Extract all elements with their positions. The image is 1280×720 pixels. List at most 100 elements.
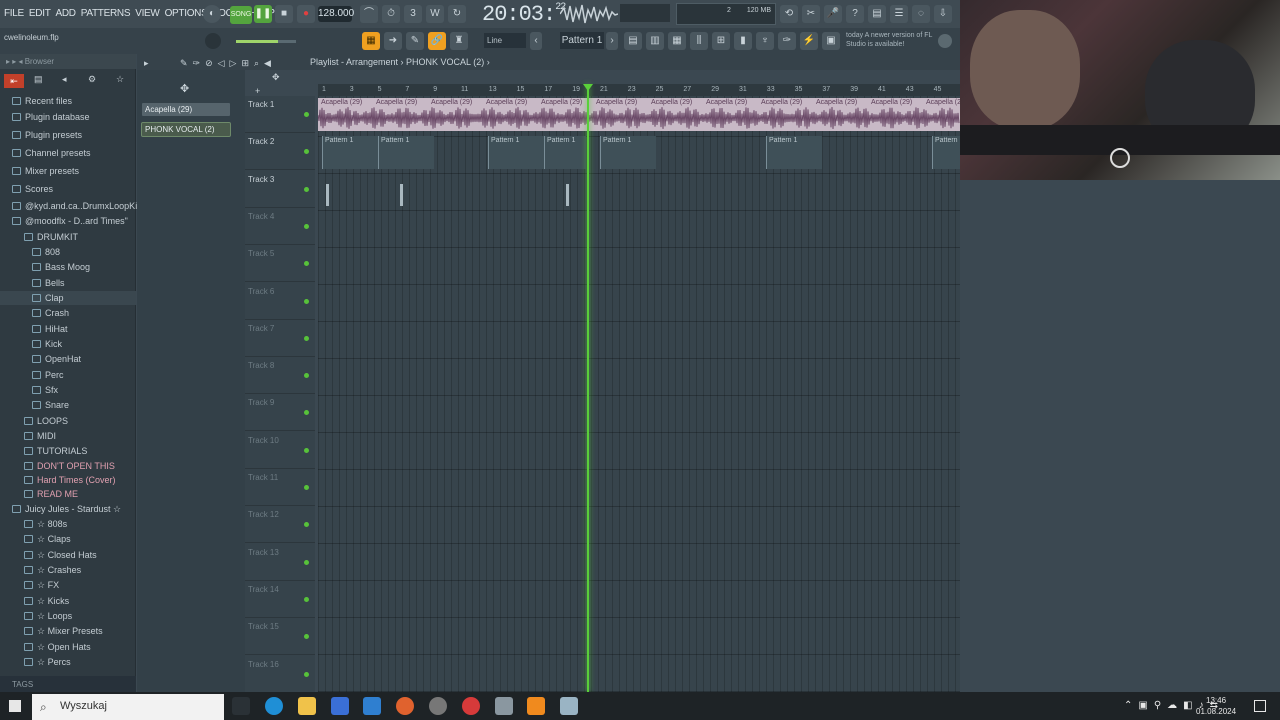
- zoom-icon[interactable]: ✥: [272, 72, 280, 83]
- track-header[interactable]: Track 1: [245, 96, 315, 133]
- obs-icon[interactable]: [429, 697, 447, 715]
- browser-item[interactable]: DON'T OPEN THIS: [0, 459, 136, 473]
- track-header[interactable]: Track 10: [245, 432, 315, 469]
- track-header[interactable]: Track 11: [245, 469, 315, 506]
- audio-clip-acapella[interactable]: Acapella (29) Acapella (29) Acapella (29) A…: [318, 98, 960, 131]
- playhead-marker-icon[interactable]: [583, 84, 593, 91]
- playhead[interactable]: [587, 84, 589, 692]
- track-mute-led[interactable]: [304, 373, 309, 379]
- link-icon[interactable]: 🔗: [428, 32, 446, 50]
- browser-item[interactable]: Mixer presets: [0, 164, 136, 178]
- browser-item[interactable]: Channel presets: [0, 146, 136, 160]
- track-header[interactable]: Track 12: [245, 506, 315, 544]
- app-icon[interactable]: [495, 697, 513, 715]
- pattern-clip[interactable]: Pattern 1: [378, 136, 434, 169]
- cut-icon[interactable]: ✂: [802, 5, 820, 23]
- firefox-icon[interactable]: [396, 697, 414, 715]
- menu-add[interactable]: ADD: [56, 8, 77, 19]
- browser-item[interactable]: Bells: [0, 276, 136, 290]
- pattern-clip[interactable]: Pattern 1: [544, 136, 586, 169]
- automation-clip[interactable]: [400, 184, 403, 206]
- track-mute-led[interactable]: [304, 223, 309, 229]
- track-header[interactable]: Track 15: [245, 618, 315, 656]
- browser-file-icon[interactable]: ▤: [34, 74, 43, 85]
- browser-item[interactable]: Clap: [0, 291, 136, 305]
- mixer-view-icon[interactable]: ▥: [646, 32, 664, 50]
- browser-item[interactable]: ☆ Claps: [0, 532, 136, 546]
- download-icon[interactable]: ⇩: [934, 5, 952, 23]
- tags-bar[interactable]: TAGS: [0, 676, 136, 692]
- automation-clip[interactable]: [326, 184, 329, 206]
- menu-edit[interactable]: EDIT: [29, 8, 51, 19]
- browser-view-icon[interactable]: ⊞: [712, 32, 730, 50]
- track-mute-led[interactable]: [304, 335, 309, 341]
- pattern-prev-icon[interactable]: ‹: [530, 32, 542, 50]
- browser-item[interactable]: ☆ Kicks: [0, 594, 136, 608]
- track-mute-led[interactable]: [304, 298, 309, 304]
- store-icon[interactable]: [331, 697, 349, 715]
- track-header[interactable]: Track 7: [245, 320, 315, 357]
- browser-item[interactable]: ☆ Crashes: [0, 563, 136, 577]
- browser-item[interactable]: Bass Moog: [0, 260, 136, 274]
- browser-item[interactable]: Recent files: [0, 94, 136, 108]
- playlist-button[interactable]: ▦: [362, 32, 380, 50]
- mic-icon[interactable]: 🎤: [824, 5, 842, 23]
- browser-item[interactable]: LOOPS: [0, 414, 136, 428]
- move-icon[interactable]: ✥: [180, 82, 189, 95]
- browser-item[interactable]: ☆ Loops: [0, 609, 136, 623]
- track-mute-led[interactable]: [304, 485, 309, 490]
- notepad-icon[interactable]: [560, 697, 578, 715]
- undo-history-icon[interactable]: ⟲: [780, 5, 798, 23]
- channel-clip-source[interactable]: PHONK VOCAL (2): [141, 122, 231, 137]
- taskbar-search[interactable]: Wyszukaj: [32, 694, 224, 720]
- track-header[interactable]: Track 8: [245, 357, 315, 395]
- browser-back-icon[interactable]: ⇤: [4, 74, 24, 88]
- track-mute-led[interactable]: [304, 596, 309, 602]
- song-position-clock[interactable]: 20:03:22: [482, 2, 566, 27]
- info-icon[interactable]: ▣: [822, 32, 840, 50]
- browser-item[interactable]: @moodflx - D..ard Times": [0, 214, 136, 228]
- pattern-clip[interactable]: Pattern 1: [600, 136, 656, 169]
- pattern-clip[interactable]: Pattern 1: [322, 136, 378, 169]
- mixer-icon[interactable]: ☰: [890, 5, 908, 23]
- track-mute-led[interactable]: [304, 261, 309, 267]
- browser-item[interactable]: Hard Times (Cover): [0, 473, 136, 487]
- song-mode-button[interactable]: SONG: [230, 6, 252, 24]
- loop-record-icon[interactable]: ↻: [448, 5, 466, 23]
- fl-studio-icon[interactable]: [527, 697, 545, 715]
- browser-settings-icon[interactable]: ⚙: [88, 74, 96, 85]
- browser-item[interactable]: Plugin presets: [0, 128, 136, 142]
- browser-item[interactable]: HiHat: [0, 322, 136, 336]
- news-panel[interactable]: today A newer version of FL Studio is av…: [846, 31, 934, 49]
- track-mute-led[interactable]: [304, 112, 309, 117]
- track-header[interactable]: Track 2: [245, 133, 315, 171]
- piano-roll-view-icon[interactable]: ▦: [668, 32, 686, 50]
- track-header[interactable]: Track 9: [245, 394, 315, 432]
- hint-icon[interactable]: ◐: [203, 5, 221, 23]
- piano-roll-icon[interactable]: ✎: [406, 32, 424, 50]
- tempo-display[interactable]: 128.000: [318, 6, 354, 22]
- snap-selector[interactable]: Line: [484, 33, 526, 48]
- stamp-icon[interactable]: ♜: [450, 32, 468, 50]
- browser-collapse-icon[interactable]: ◂: [62, 74, 67, 85]
- automation-clip[interactable]: [566, 184, 569, 206]
- plugin-icon[interactable]: ⚡: [800, 32, 818, 50]
- record-button[interactable]: ●: [297, 5, 315, 23]
- browser-item[interactable]: Kick: [0, 337, 136, 351]
- track-header[interactable]: Track 16: [245, 656, 315, 693]
- countdown-icon[interactable]: 3: [404, 5, 422, 23]
- track-header[interactable]: Track 3: [245, 171, 315, 208]
- browser-item[interactable]: READ ME: [0, 487, 136, 501]
- notifications-icon[interactable]: [1254, 700, 1266, 712]
- browser-item[interactable]: Snare: [0, 398, 136, 412]
- track-mute-led[interactable]: [304, 186, 309, 192]
- opera-icon[interactable]: [462, 697, 480, 715]
- browser-item[interactable]: @kyd.and.ca..DrumxLoopKit: [0, 199, 140, 213]
- track-header[interactable]: Track 4: [245, 208, 315, 245]
- track-header[interactable]: Track 14: [245, 581, 315, 618]
- track-mute-led[interactable]: [304, 522, 309, 528]
- track-header[interactable]: Track 13: [245, 544, 315, 581]
- edge-icon[interactable]: [265, 697, 283, 715]
- menu-options[interactable]: OPTIONS: [165, 8, 208, 19]
- playlist-options-icon[interactable]: ▸: [144, 58, 149, 69]
